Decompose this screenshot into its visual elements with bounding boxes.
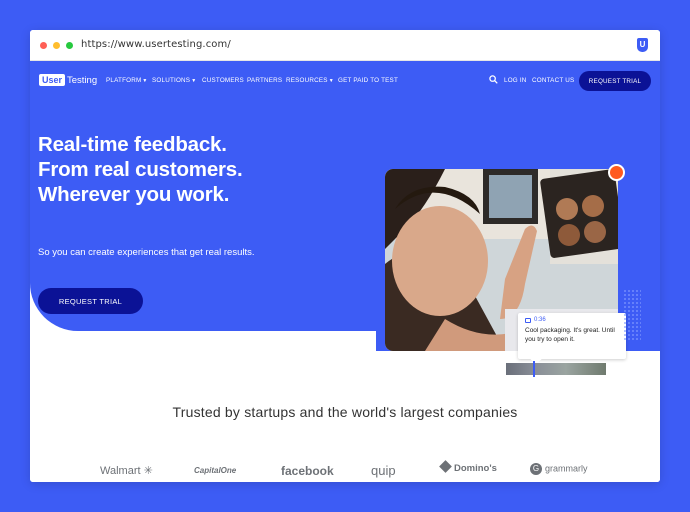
hero-curve [605,360,660,482]
usertesting-logo[interactable]: User Testing [39,73,97,87]
chevron-down-icon: ▼ [142,78,148,84]
dominos-icon [439,460,452,473]
nav-partners[interactable]: PARTNERS [247,77,282,84]
walmart-logo: Walmart ✳ [100,465,153,477]
hero-headline-line3: Wherever you work. [38,183,230,206]
grammarly-logo: Ggrammarly [530,463,588,475]
video-caption-card: 0:36 Cool packaging. It's great. Until y… [518,313,626,365]
close-window-dot[interactable] [40,42,47,49]
nav-platform[interactable]: PLATFORM▼ [106,77,148,84]
facebook-logo: facebook [281,464,334,478]
decorative-dots [623,289,641,341]
hero-section: User Testing PLATFORM▼ SOLUTIONS▼ CUSTOM… [30,61,660,482]
logo-user-text: User [39,74,66,86]
nav-log-in[interactable]: LOG IN [504,77,527,84]
nav-request-trial-button[interactable]: REQUEST TRIAL [579,71,651,91]
timeline-marker[interactable] [533,361,535,377]
walmart-spark-icon: ✳ [143,465,153,477]
search-icon[interactable] [489,75,498,84]
dominos-logo: Domino's [439,460,497,474]
quip-logo: quip [371,463,396,478]
chevron-down-icon: ▼ [328,78,334,84]
caption-timestamp: 0:36 [525,317,619,323]
nav-solutions[interactable]: SOLUTIONS▼ [152,77,196,84]
hero-headline-line2: From real customers. [38,158,243,181]
capitalone-logo: CapitalOne [194,466,237,475]
recording-indicator [608,164,625,181]
video-timeline[interactable] [506,363,606,375]
hero-subtitle: So you can create experiences that get r… [38,247,255,258]
address-bar[interactable]: https://www.usertesting.com/ [81,39,231,50]
nav-customers[interactable]: CUSTOMERS [202,77,244,84]
trusted-heading: Trusted by startups and the world's larg… [172,404,518,420]
customer-logos: Walmart ✳ CapitalOne facebook quip Domin… [90,460,600,480]
nav-resources[interactable]: RESOURCES▼ [286,77,334,84]
grammarly-icon: G [530,463,542,475]
browser-toolbar: https://www.usertesting.com/ U [30,30,660,61]
minimize-window-dot[interactable] [53,42,60,49]
caption-text: Cool packaging. It's great. Until you tr… [525,327,615,343]
hero-headline-line1: Real-time feedback. [38,133,227,156]
nav-get-paid[interactable]: GET PAID TO TEST [338,77,398,84]
nav-contact-us[interactable]: CONTACT US [532,77,574,84]
video-icon [525,317,531,323]
chevron-down-icon: ▼ [191,78,197,84]
hero-request-trial-button[interactable]: REQUEST TRIAL [38,288,143,314]
browser-window: https://www.usertesting.com/ U User Test… [30,30,660,482]
extension-icon[interactable]: U [637,38,648,52]
maximize-window-dot[interactable] [66,42,73,49]
logo-testing-text: Testing [67,74,98,86]
